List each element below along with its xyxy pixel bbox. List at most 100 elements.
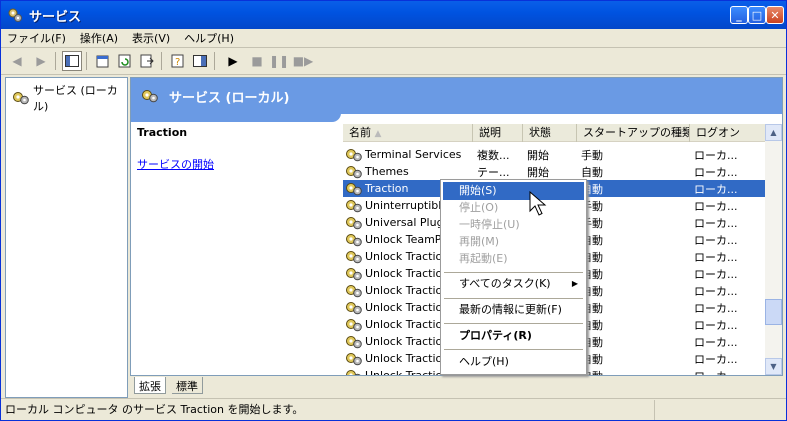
- menu-separator: [444, 272, 583, 273]
- services-gear-icon: [142, 90, 158, 103]
- menu-file[interactable]: ファイル(F): [7, 30, 66, 46]
- menu-separator: [444, 298, 583, 299]
- status-bar: ローカル コンピュータ のサービス Traction を開始します。: [1, 398, 786, 420]
- toolbar-separator: [86, 52, 87, 70]
- close-button[interactable]: ✕: [766, 6, 784, 24]
- toolbar-separator: [161, 52, 162, 70]
- cell-name: Unlock Traction: [365, 369, 449, 375]
- vertical-scrollbar[interactable]: ▲ ▼: [765, 124, 782, 375]
- export-list-icon[interactable]: [137, 51, 157, 71]
- forward-arrow-icon[interactable]: ▶: [31, 51, 51, 71]
- table-row[interactable]: Terminal Services 複数... 開始 手動 ローカ...: [343, 146, 766, 163]
- menu-action[interactable]: 操作(A): [80, 30, 118, 46]
- service-gear-icon: [346, 250, 362, 263]
- menu-separator: [444, 349, 583, 350]
- menu-item-restart[interactable]: 再起動(E): [443, 250, 584, 268]
- column-header-status[interactable]: 状態: [523, 124, 577, 142]
- service-gear-icon: [346, 267, 362, 280]
- cell-logon: ローカ...: [694, 165, 738, 179]
- cell-name: Uninterruptible: [365, 199, 449, 212]
- menu-item-properties[interactable]: プロパティ(R): [443, 327, 584, 345]
- cell-logon: ローカ...: [694, 368, 738, 376]
- context-menu: 開始(S) 停止(O) 一時停止(U) 再開(M) 再起動(E) すべてのタスク…: [440, 179, 587, 375]
- menu-view[interactable]: 表示(V): [132, 30, 170, 46]
- column-header-logon[interactable]: ログオン: [690, 124, 766, 142]
- cell-logon: ローカ...: [694, 335, 738, 349]
- menu-item-help[interactable]: ヘルプ(H): [443, 353, 584, 371]
- menu-item-resume[interactable]: 再開(M): [443, 233, 584, 251]
- pane-header-wave: [131, 113, 782, 122]
- show-console-tree-icon[interactable]: [62, 51, 82, 71]
- sort-ascending-icon: ▲: [374, 129, 382, 139]
- service-gear-icon: [346, 369, 361, 375]
- refresh-icon[interactable]: [115, 51, 135, 71]
- status-text: ローカル コンピュータ のサービス Traction を開始します。: [1, 399, 655, 420]
- description-panel: Traction サービスの開始: [137, 126, 337, 171]
- menu-item-stop[interactable]: 停止(O): [443, 199, 584, 217]
- table-row[interactable]: Themes テー... 開始 自動 ローカ...: [343, 163, 766, 180]
- services-window: サービス _ □ ✕ ファイル(F) 操作(A) 表示(V) ヘルプ(H) ◀ …: [0, 0, 787, 421]
- cell-name: Themes: [365, 165, 409, 178]
- cell-logon: ローカ...: [694, 216, 738, 230]
- cell-logon: ローカ...: [694, 352, 738, 366]
- maximize-button[interactable]: □: [748, 6, 766, 24]
- service-gear-icon: [346, 318, 362, 331]
- back-arrow-icon[interactable]: ◀: [7, 51, 27, 71]
- cell-status: 開始: [527, 148, 549, 162]
- menu-item-refresh[interactable]: 最新の情報に更新(F): [443, 301, 584, 319]
- cell-name: Unlock Traction: [365, 301, 450, 314]
- column-header-startup-type[interactable]: スタートアップの種類: [577, 124, 690, 142]
- properties-icon[interactable]: [93, 51, 113, 71]
- minimize-button[interactable]: _: [730, 6, 748, 24]
- column-header-name[interactable]: 名前 ▲: [343, 124, 473, 142]
- help-icon[interactable]: ?: [168, 51, 188, 71]
- menu-item-all-tasks[interactable]: すべてのタスク(K) ▶: [443, 275, 584, 293]
- scroll-up-icon[interactable]: ▲: [765, 124, 782, 141]
- svg-text:?: ?: [175, 57, 180, 68]
- restart-service-icon[interactable]: ■▶: [293, 51, 314, 71]
- scroll-down-icon[interactable]: ▼: [765, 358, 782, 375]
- submenu-arrow-icon: ▶: [571, 279, 578, 288]
- service-gear-icon: [346, 284, 362, 297]
- cell-name: Unlock Traction: [365, 318, 450, 331]
- column-header-description[interactable]: 説明: [473, 124, 523, 142]
- cell-name: Unlock Traction: [365, 284, 450, 297]
- show-action-pane-icon[interactable]: [190, 51, 210, 71]
- view-tabs: 拡張 標準: [130, 377, 783, 395]
- menu-item-pause[interactable]: 一時停止(U): [443, 216, 584, 234]
- cell-description: テー...: [477, 165, 510, 179]
- tab-extended[interactable]: 拡張: [134, 377, 166, 394]
- title-bar[interactable]: サービス _ □ ✕: [1, 1, 786, 29]
- services-gear-icon: [13, 92, 29, 105]
- service-gear-icon: [346, 148, 362, 161]
- list-header: 名前 ▲ 説明 状態 スタートアップの種類 ログオン: [343, 124, 766, 142]
- cell-logon: ローカ...: [694, 182, 738, 196]
- service-gear-icon: [346, 233, 362, 246]
- service-gear-icon: [346, 182, 362, 195]
- menu-separator: [1, 47, 786, 48]
- tree-node-services-local[interactable]: サービス (ローカル): [10, 82, 127, 114]
- window-title: サービス: [29, 9, 82, 25]
- start-service-link[interactable]: サービスの開始: [137, 156, 214, 172]
- cell-name: Traction: [365, 182, 409, 195]
- cell-name: Unlock Traction: [365, 335, 450, 348]
- cell-logon: ローカ...: [694, 267, 738, 281]
- menu-help[interactable]: ヘルプ(H): [184, 30, 234, 46]
- stop-service-icon[interactable]: ■: [247, 51, 267, 71]
- mouse-cursor-icon: [529, 191, 547, 216]
- cell-description: 複数...: [477, 148, 510, 162]
- menu-item-start[interactable]: 開始(S): [443, 182, 584, 200]
- toolbar-separator: [214, 52, 215, 70]
- tab-standard[interactable]: 標準: [172, 377, 203, 394]
- console-tree: サービス (ローカル): [5, 77, 128, 398]
- pause-service-icon[interactable]: ❚❚: [269, 51, 289, 71]
- service-gear-icon: [346, 216, 362, 229]
- cell-name: Terminal Services: [365, 148, 462, 161]
- cell-logon: ローカ...: [694, 284, 738, 298]
- scrollbar-thumb[interactable]: [765, 299, 782, 325]
- start-service-icon[interactable]: ▶: [223, 51, 243, 71]
- cell-startup: 手動: [581, 148, 603, 162]
- cell-logon: ローカ...: [694, 199, 738, 213]
- service-gear-icon: [346, 352, 362, 365]
- tree-node-label: サービス (ローカル): [33, 84, 118, 113]
